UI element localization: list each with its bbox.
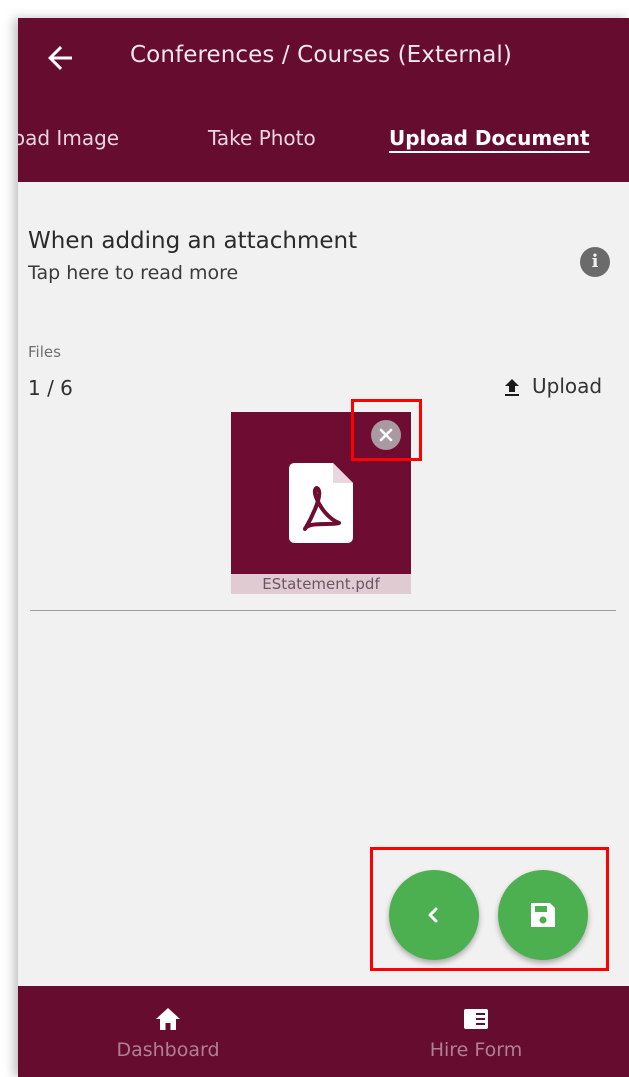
previous-button[interactable] [389,870,479,960]
info-title: When adding an attachment [28,228,358,254]
tab-upload-image[interactable]: Upload Image [18,126,119,150]
save-icon [531,903,555,927]
pdf-file-icon [289,463,353,543]
page-title: Conferences / Courses (External) [130,42,512,68]
close-icon [379,428,393,442]
save-button[interactable] [498,870,588,960]
app-screen: Conferences / Courses (External) Upload … [18,18,629,1077]
upload-label: Upload [532,374,603,398]
remove-file-button[interactable] [371,420,401,450]
attachment-info-link[interactable]: When adding an attachment Tap here to re… [28,228,608,284]
chevron-left-icon [428,907,438,923]
bottom-nav: Dashboard Hire Form [18,986,629,1077]
home-icon [156,1008,180,1030]
form-icon [464,1009,488,1029]
info-subtitle: Tap here to read more [28,262,239,284]
divider [30,610,616,611]
nav-dashboard[interactable]: Dashboard [68,986,268,1077]
nav-label-dashboard: Dashboard [116,1039,220,1061]
nav-hire-form[interactable]: Hire Form [376,986,576,1077]
file-name: EStatement.pdf [231,574,411,594]
app-header: Conferences / Courses (External) Upload … [18,18,629,182]
tab-take-photo[interactable]: Take Photo [208,126,316,150]
tab-upload-document[interactable]: Upload Document [389,126,590,150]
tab-bar: Upload Image Take Photo Upload Document [18,126,629,172]
upload-icon [505,379,519,396]
arrow-left-icon[interactable] [42,40,78,76]
nav-label-hire-form: Hire Form [429,1039,523,1061]
info-icon-glyph: i [591,251,599,272]
files-count: 1 / 6 [28,376,73,400]
info-icon[interactable]: i [580,247,610,277]
files-label: Files [28,343,61,361]
